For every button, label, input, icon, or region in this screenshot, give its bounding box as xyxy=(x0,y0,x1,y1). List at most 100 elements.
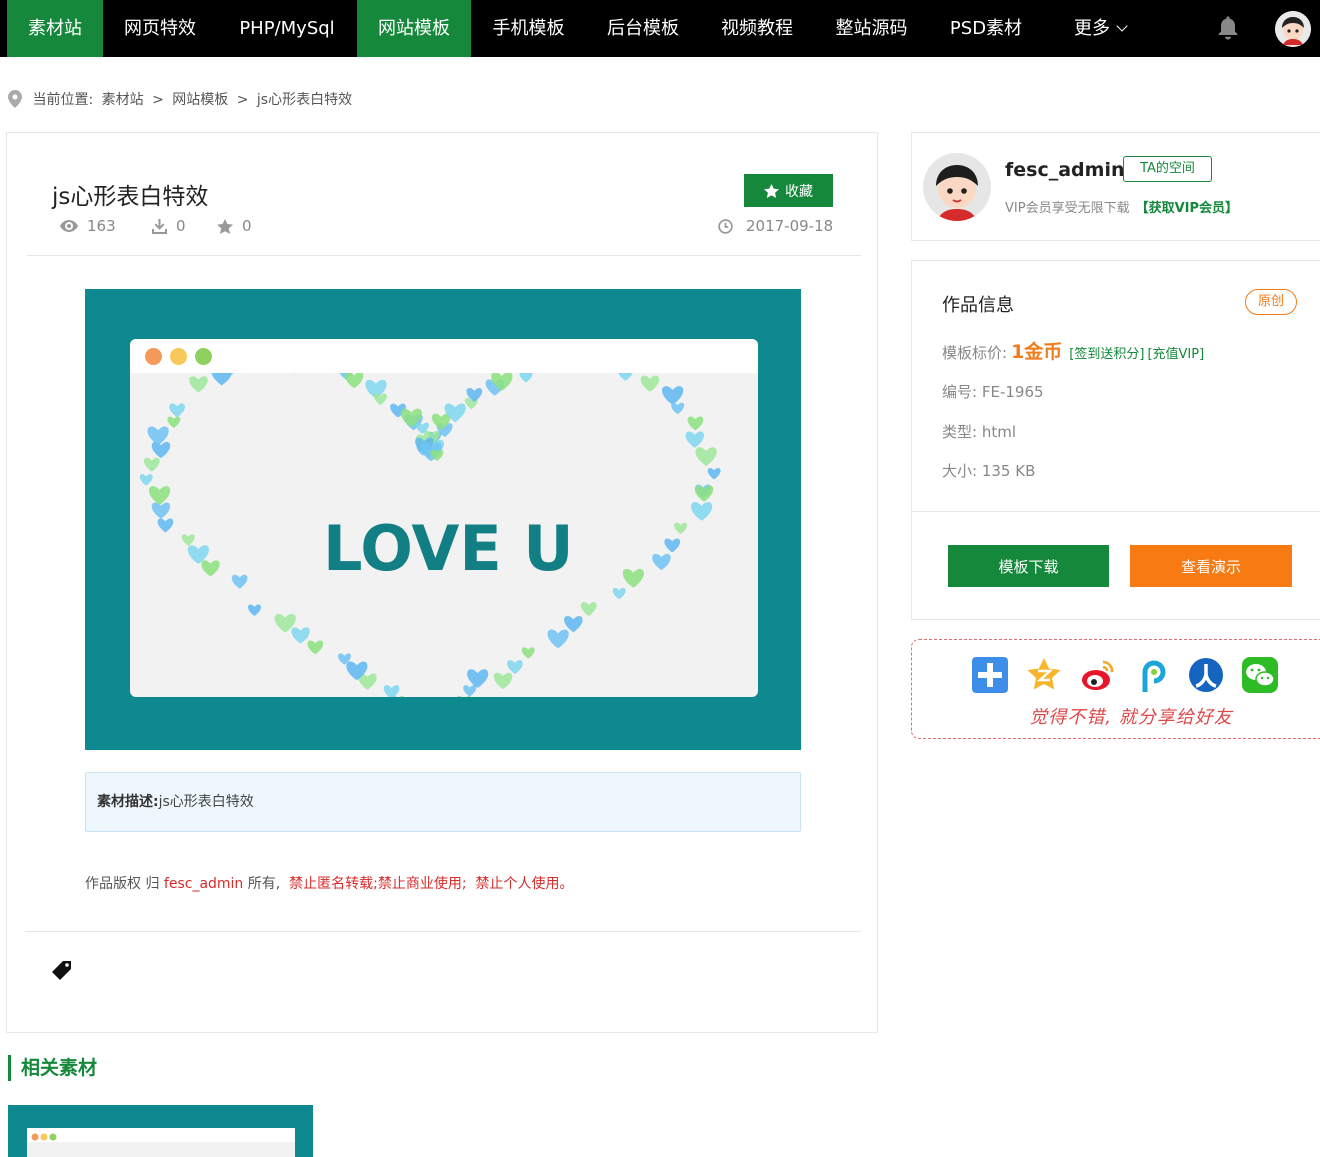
author-name[interactable]: fesc_admin xyxy=(1005,159,1124,181)
copyright-rule-2: 禁止个人使用。 xyxy=(475,876,574,892)
view-demo-button[interactable]: 查看演示 xyxy=(1130,545,1292,587)
user-avatar[interactable] xyxy=(1275,11,1311,47)
qzone-plus-icon[interactable] xyxy=(971,656,1009,694)
preview-browser-bar xyxy=(130,339,758,373)
bell-icon[interactable] xyxy=(1214,14,1242,42)
pengyou-icon[interactable] xyxy=(1133,656,1171,694)
related-section-title: 相关素材 xyxy=(8,1055,97,1081)
qq-star-icon[interactable] xyxy=(1025,656,1063,694)
decor-heart xyxy=(685,431,705,448)
downloads-stat: 0 xyxy=(152,217,186,235)
nav-item-php-mysql[interactable]: PHP/MySql xyxy=(217,0,357,57)
original-badge: 原创 xyxy=(1245,289,1297,315)
breadcrumb-item-site-templates[interactable]: 网站模板 xyxy=(172,92,228,108)
description-box: 素材描述:js心形表白特效 xyxy=(85,772,801,832)
decor-heart xyxy=(373,393,387,405)
related-thumb-frame xyxy=(27,1128,295,1157)
price-row: 模板标价: 1金币 [签到送积分] [充值VIP] xyxy=(942,337,1204,364)
nav-item-video-tutorials[interactable]: 视频教程 xyxy=(700,0,814,57)
decor-heart xyxy=(564,615,583,633)
type-value: html xyxy=(981,423,1017,441)
copyright-suffix: 所有, xyxy=(247,876,281,892)
nav-item-mobile-templates[interactable]: 手机模板 xyxy=(471,0,586,57)
decor-heart xyxy=(139,474,153,486)
nav-item-psd[interactable]: PSD素材 xyxy=(929,0,1043,57)
decor-heart xyxy=(618,373,633,381)
nav-item-admin-templates[interactable]: 后台模板 xyxy=(586,0,700,57)
publish-date: 2017-09-18 xyxy=(718,217,833,235)
author-avatar[interactable] xyxy=(923,153,991,221)
decor-heart xyxy=(695,447,717,467)
sign-in-points-link[interactable]: [签到送积分] xyxy=(1069,343,1144,362)
nav-more-label: 更多 xyxy=(1074,18,1110,39)
nav-item-more[interactable]: 更多 xyxy=(1043,0,1157,57)
type-label: 类型: xyxy=(942,423,978,441)
detail-card: js心形表白特效 163 0 0 收藏 2017-09-18 LOVE U 素材… xyxy=(6,132,878,1033)
type-row: 类型: html xyxy=(942,421,1016,442)
decor-heart xyxy=(463,685,477,697)
preview-image: LOVE U xyxy=(85,289,801,750)
decor-heart xyxy=(457,696,471,697)
description-value: js心形表白特效 xyxy=(158,794,254,810)
renren-icon[interactable] xyxy=(1187,656,1225,694)
date-value: 2017-09-18 xyxy=(746,217,834,235)
related-thumb-bar xyxy=(27,1128,295,1142)
decor-heart xyxy=(151,441,171,459)
decor-heart xyxy=(169,403,186,418)
price-label: 模板标价: xyxy=(942,344,1008,362)
favorite-button[interactable]: 收藏 xyxy=(744,174,833,207)
id-row: 编号: FE-1965 xyxy=(942,381,1044,402)
author-card: fesc_admin TA的空间 VIP会员享受无限下载 【获取VIP会员】 xyxy=(911,132,1320,241)
share-box: 觉得不错, 就分享给好友 xyxy=(911,639,1320,739)
copyright-line: 作品版权 归 fesc_admin 所有, 禁止匿名转载;禁止商业使用; 禁止个… xyxy=(85,873,573,893)
window-dots xyxy=(31,1133,57,1141)
copyright-owner-link[interactable]: fesc_admin xyxy=(164,876,243,892)
favorite-label: 收藏 xyxy=(785,182,813,199)
views-stat: 163 xyxy=(60,217,116,235)
divider xyxy=(27,255,861,256)
decor-heart xyxy=(640,375,660,392)
breadcrumb: 当前位置: 素材站 > 网站模板 > js心形表白特效 xyxy=(8,90,356,110)
wechat-icon[interactable] xyxy=(1241,656,1279,694)
share-icons xyxy=(971,656,1295,694)
decor-heart xyxy=(181,534,195,546)
download-icon xyxy=(152,218,167,234)
size-row: 大小: 135 KB xyxy=(942,460,1035,481)
divider xyxy=(912,511,1320,512)
star-icon xyxy=(764,183,779,198)
decor-heart xyxy=(383,685,400,697)
nav-item-web-effects[interactable]: 网页特效 xyxy=(103,0,217,57)
author-space-button[interactable]: TA的空间 xyxy=(1123,156,1212,182)
decor-heart xyxy=(687,416,704,431)
recharge-vip-link[interactable]: [充值VIP] xyxy=(1147,343,1204,362)
top-nav: 素材站 网页特效 PHP/MySql 网站模板 手机模板 后台模板 视频教程 整… xyxy=(0,0,1320,57)
downloads-count: 0 xyxy=(176,217,186,235)
breadcrumb-separator: > xyxy=(236,92,249,108)
decor-heart xyxy=(189,376,208,393)
decor-heart xyxy=(231,574,248,589)
decor-heart xyxy=(652,553,671,571)
related-item-thumbnail[interactable] xyxy=(8,1105,313,1157)
nav-item-site-source[interactable]: 整站源码 xyxy=(814,0,929,57)
decor-heart xyxy=(519,373,533,383)
work-info-card: 作品信息 原创 模板标价: 1金币 [签到送积分] [充值VIP] 编号: FE… xyxy=(911,260,1320,620)
page-title: js心形表白特效 xyxy=(52,184,209,210)
template-download-button[interactable]: 模板下载 xyxy=(948,545,1109,587)
size-label: 大小: xyxy=(942,462,978,480)
price-value: 1金币 xyxy=(1011,341,1063,363)
decor-heart xyxy=(674,522,688,535)
decor-heart xyxy=(345,373,364,389)
get-vip-link[interactable]: 【获取VIP会员】 xyxy=(1136,201,1238,216)
decor-heart xyxy=(691,502,713,521)
decor-heart xyxy=(707,467,721,480)
breadcrumb-item-sucaizhan[interactable]: 素材站 xyxy=(102,92,144,108)
decor-heart xyxy=(467,669,489,688)
decor-heart xyxy=(662,386,684,405)
decor-heart xyxy=(294,373,296,374)
nav-item-sucaizhan[interactable]: 素材站 xyxy=(7,0,103,57)
nav-item-site-templates[interactable]: 网站模板 xyxy=(357,0,471,57)
weibo-icon[interactable] xyxy=(1079,656,1117,694)
favorites-count: 0 xyxy=(242,217,252,235)
window-dot-green xyxy=(195,348,212,365)
breadcrumb-item-current: js心形表白特效 xyxy=(256,92,353,108)
